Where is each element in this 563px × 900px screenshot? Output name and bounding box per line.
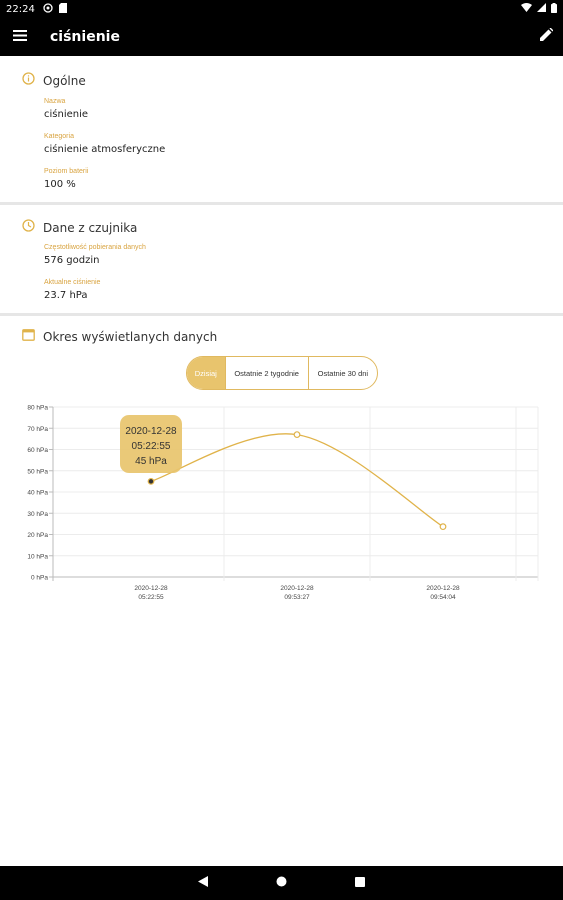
hamburger-icon — [13, 28, 27, 46]
battery-icon — [551, 2, 557, 16]
range-option-two-weeks[interactable]: Ostatnie 2 tygodnie — [224, 357, 308, 389]
battery-value: 100 % — [44, 179, 76, 190]
y-tick-label: 60 hPa — [27, 447, 48, 454]
page-title: ciśnienie — [50, 29, 120, 45]
data-point[interactable] — [293, 431, 301, 439]
y-tick-label: 20 hPa — [27, 532, 48, 539]
home-button[interactable] — [276, 874, 287, 892]
app-bar: ciśnienie — [0, 18, 563, 56]
content: Ogólne Nazwa ciśnienie Kategoria ciśnien… — [0, 56, 563, 866]
navigation-bar — [0, 866, 563, 900]
sd-card-icon — [58, 2, 67, 16]
home-circle-icon — [276, 874, 287, 891]
x-tick-label-date: 2020-12-28 — [426, 585, 460, 592]
info-icon — [22, 72, 35, 90]
tooltip-time: 05:22:55 — [132, 441, 171, 452]
range-option-thirty-days[interactable]: Ostatnie 30 dni — [307, 357, 377, 389]
y-tick-label: 40 hPa — [27, 490, 48, 497]
wifi-icon — [521, 3, 532, 15]
status-time: 22:24 — [6, 3, 35, 15]
signal-icon — [537, 3, 546, 15]
x-tick-label-date: 2020-12-28 — [134, 585, 168, 592]
sensor-header: Dane z czujnika — [22, 219, 137, 237]
name-label: Nazwa — [44, 98, 66, 105]
back-triangle-icon — [198, 874, 208, 891]
battery-label: Poziom baterii — [44, 168, 89, 175]
frequency-value: 576 godzin — [44, 255, 100, 266]
sensor-card: Dane z czujnika Częstotliwość pobierania… — [0, 205, 563, 313]
tooltip-value: 45 hPa — [135, 456, 167, 467]
pressure-value: 23.7 hPa — [44, 290, 88, 301]
pressure-label: Aktualne ciśnienie — [44, 279, 101, 286]
status-bar: 22:24 — [0, 0, 563, 18]
x-tick-label-date: 2020-12-28 — [280, 585, 314, 592]
tooltip-date: 2020-12-28 — [125, 426, 177, 437]
range-segmented-control: Dzisiaj Ostatnie 2 tygodnie Ostatnie 30 … — [186, 356, 378, 390]
data-tooltip: 2020-12-28 05:22:55 45 hPa — [120, 415, 182, 473]
y-tick-label: 50 hPa — [27, 468, 48, 475]
pressure-chart: 0 hPa 10 hPa 20 hPa 30 hPa 40 hPa 50 hPa 60 hP… — [27, 405, 539, 601]
y-tick-label: 70 hPa — [27, 426, 48, 433]
series-line — [150, 433, 444, 528]
name-value: ciśnienie — [44, 109, 89, 120]
category-value: ciśnienie atmosferyczne — [44, 144, 166, 155]
data-point[interactable] — [439, 523, 447, 531]
y-tick-label: 30 hPa — [27, 511, 48, 518]
frequency-label: Częstotliwość pobierania danych — [44, 244, 146, 251]
general-title: Ogólne — [43, 74, 86, 88]
sensor-title: Dane z czujnika — [43, 221, 138, 235]
clock-icon — [22, 219, 35, 237]
y-tick-label: 0 hPa — [31, 575, 48, 582]
y-tick-label: 80 hPa — [27, 405, 48, 412]
x-tick-label-time: 09:54:04 — [430, 594, 456, 601]
recents-square-icon — [355, 874, 365, 891]
back-button[interactable] — [198, 874, 208, 892]
y-tick-label: 10 hPa — [27, 553, 48, 560]
menu-button[interactable] — [0, 18, 40, 56]
pencil-icon — [539, 27, 553, 46]
general-header: Ogólne — [22, 72, 86, 90]
range-option-today[interactable]: Dzisiaj — [187, 357, 225, 389]
range-title: Okres wyświetlanych danych — [43, 330, 218, 344]
calendar-icon — [22, 328, 35, 346]
x-tick-label-time: 09:53:27 — [284, 594, 310, 601]
sync-icon — [43, 2, 53, 16]
x-tick-label-time: 05:22:55 — [138, 594, 164, 601]
range-header: Okres wyświetlanych danych — [22, 328, 217, 346]
edit-button[interactable] — [529, 18, 563, 56]
recents-button[interactable] — [355, 874, 365, 892]
general-card: Ogólne Nazwa ciśnienie Kategoria ciśnien… — [0, 56, 563, 202]
category-label: Kategoria — [44, 133, 74, 140]
data-point[interactable] — [147, 477, 155, 485]
